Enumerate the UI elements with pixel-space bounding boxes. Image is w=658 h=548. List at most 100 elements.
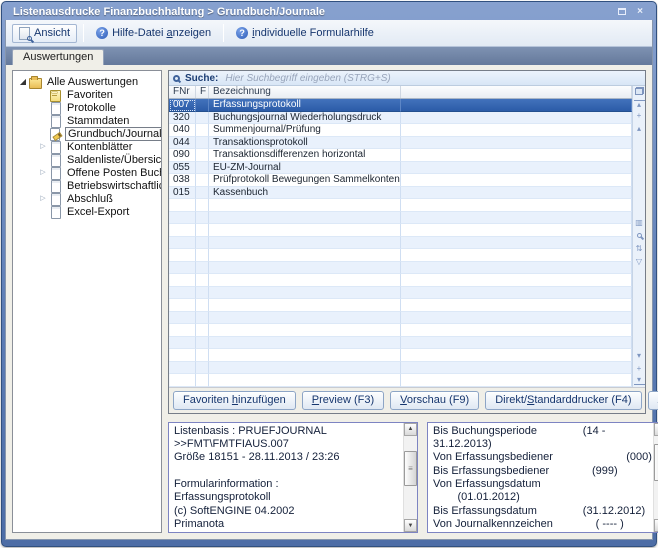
tree-item-label: Excel-Export xyxy=(65,206,131,218)
individuelle-formularhilfe-button[interactable]: ? individuelle Formularhilfe xyxy=(230,25,380,41)
grid-cell xyxy=(196,299,209,312)
toolbar: Ansicht ? Hilfe-Datei anzeigen ? individ… xyxy=(6,20,652,47)
grid-cell xyxy=(196,199,209,212)
tree-item-protokolle[interactable]: Protokolle xyxy=(15,101,159,114)
grid-cell xyxy=(196,374,209,387)
scroll-bottom-icon[interactable]: ▾ xyxy=(634,377,645,385)
grid-cell xyxy=(209,212,401,225)
tree-item-betriebswirtschaftliche-auswertungen[interactable]: Betriebswirtschaftliche Auswertungen xyxy=(15,179,159,192)
table-row-empty xyxy=(169,349,632,362)
button-auswertung-drucken[interactable]: Auswertung drucken xyxy=(648,391,658,410)
tree-item-favoriten[interactable]: Favoriten xyxy=(15,88,159,101)
table-row-empty xyxy=(169,287,632,300)
grid-cell: 040 xyxy=(169,124,196,137)
scroll-up-icon[interactable]: ▲ xyxy=(654,423,658,436)
app-window: Listenausdrucke Finanzbuchhaltung > Grun… xyxy=(1,1,657,547)
column-header-f[interactable]: F xyxy=(196,86,209,98)
grid-cell: Transaktionsdifferenzen horizontal xyxy=(209,149,401,162)
table-row-090[interactable]: 090 Transaktionsdifferenzen horizontal xyxy=(169,149,632,162)
close-icon: × xyxy=(637,6,643,17)
expander-collapsed-icon[interactable]: ▷ xyxy=(37,140,49,153)
column-header-fnr[interactable]: FNr xyxy=(169,86,196,98)
sort-icon[interactable]: ⇅ xyxy=(634,244,645,254)
button-direkt-standarddrucker-f4[interactable]: Direkt/Standarddrucker (F4) xyxy=(485,391,641,410)
expander-expanded-icon[interactable]: ◢ xyxy=(17,75,29,88)
tree-item-excel-export[interactable]: Excel-Export xyxy=(15,205,159,218)
column-chooser-icon[interactable]: ▥ xyxy=(634,218,645,228)
grid-cell xyxy=(196,124,209,137)
scroll-thumb[interactable]: ≡ xyxy=(654,444,658,482)
table-row-320[interactable]: 320Buchungsjournal Wiederholungsdruck xyxy=(169,112,632,125)
button-preview-f3[interactable]: Preview (F3) xyxy=(302,391,384,410)
search-icon[interactable] xyxy=(634,231,645,241)
layout-copy-icon[interactable] xyxy=(635,87,644,95)
parameters-panel-scrollbar[interactable]: ▲ ≡ ▼ xyxy=(653,423,658,533)
restore-button[interactable] xyxy=(615,6,629,18)
grid-cell xyxy=(209,349,401,362)
info-panel-scrollbar[interactable]: ▲ ≡ ▼ xyxy=(403,423,417,533)
table-row-007[interactable]: 007Erfassungsprotokoll xyxy=(169,99,632,112)
tree-item-saldenliste-bersicht[interactable]: Saldenliste/Übersicht xyxy=(15,153,159,166)
table-row-055[interactable]: 055EU-ZM-Journal xyxy=(169,162,632,175)
help-icon: ? xyxy=(236,27,248,39)
table-row-044[interactable]: 044Transaktionsprotokoll xyxy=(169,137,632,150)
close-button[interactable]: × xyxy=(633,6,647,18)
tree-item-kontenbl-tter[interactable]: ▷Kontenblätter xyxy=(15,140,159,153)
grid-cell xyxy=(401,349,632,362)
append-row-icon[interactable]: + xyxy=(634,364,645,374)
tree-item-offene-posten-buchhaltung[interactable]: ▷Offene Posten Buchhaltung xyxy=(15,166,159,179)
grid-cell xyxy=(401,174,632,187)
tree-item-alle-auswertungen[interactable]: ◢Alle Auswertungen xyxy=(15,75,159,88)
expander-collapsed-icon[interactable]: ▷ xyxy=(37,192,49,205)
tree-item-label: Abschluß xyxy=(65,193,115,205)
search-input[interactable] xyxy=(223,72,641,85)
auswertungen-tree: ◢Alle AuswertungenFavoritenProtokolleSta… xyxy=(12,70,162,533)
expander-collapsed-icon[interactable]: ▷ xyxy=(37,166,49,179)
tree-item-label: Saldenliste/Übersicht xyxy=(65,154,162,166)
hilfe-label: Hilfe-Datei anzeigen xyxy=(112,27,211,39)
grid-cell xyxy=(401,199,632,212)
page-up-icon[interactable]: ▴ xyxy=(634,124,645,134)
grid-cell xyxy=(196,362,209,375)
tab-auswertungen[interactable]: Auswertungen xyxy=(12,49,104,65)
table-row-015[interactable]: 015Kassenbuch xyxy=(169,187,632,200)
window-title: Listenausdrucke Finanzbuchhaltung > Grun… xyxy=(13,6,611,18)
scroll-top-icon[interactable]: ▴ xyxy=(634,100,645,108)
scroll-down-icon[interactable]: ▼ xyxy=(654,519,658,532)
button-favoriten-hinzuf-gen[interactable]: Favoriten hinzufügen xyxy=(173,391,296,410)
grid-cell: Transaktionsprotokoll xyxy=(209,137,401,150)
grid-cell xyxy=(169,337,196,350)
grid-cell: EU-ZM-Journal xyxy=(209,162,401,175)
grid-cell xyxy=(401,187,632,200)
favorites-icon xyxy=(49,89,61,101)
scroll-thumb[interactable]: ≡ xyxy=(404,451,417,486)
tree-item-abschlu[interactable]: ▷ Abschluß xyxy=(15,192,159,205)
parameter-line: (01.01.2012) xyxy=(433,491,652,504)
insert-row-icon[interactable]: + xyxy=(634,111,645,121)
table-row-040[interactable]: 040Summenjournal/Prüfung xyxy=(169,124,632,137)
tree-item-label: Grundbuch/Journale xyxy=(65,127,162,141)
parameter-line: 31.12.2013) xyxy=(433,438,652,451)
scroll-down-icon[interactable]: ▼ xyxy=(404,519,417,532)
table-row-038[interactable]: 038Prüfprotokoll Bewegungen Sammelkonten xyxy=(169,174,632,187)
filter-icon[interactable]: ▽ xyxy=(634,257,645,267)
grid-rows: 007Erfassungsprotokoll320Buchungsjournal… xyxy=(169,99,632,387)
grid-cell xyxy=(401,162,632,175)
hilfe-datei-anzeigen-button[interactable]: ? Hilfe-Datei anzeigen xyxy=(90,25,217,41)
grid-cell: Prüfprotokoll Bewegungen Sammelkonten xyxy=(209,174,401,187)
column-header-bezeichnung[interactable]: Bezeichnung xyxy=(209,86,401,98)
tree-item-grundbuch-journale[interactable]: Grundbuch/Journale xyxy=(15,127,159,140)
button-vorschau-f9[interactable]: Vorschau (F9) xyxy=(390,391,479,410)
page-down-icon[interactable]: ▾ xyxy=(634,351,645,361)
grid-cell: Erfassungsprotokoll xyxy=(209,99,401,112)
table-row-empty xyxy=(169,224,632,237)
scroll-up-icon[interactable]: ▲ xyxy=(404,423,417,436)
page-icon xyxy=(49,167,61,179)
grid-cell: 090 xyxy=(169,149,196,162)
search-bar: Suche: xyxy=(169,71,645,86)
tree-item-stammdaten[interactable]: Stammdaten xyxy=(15,114,159,127)
grid-cell xyxy=(401,312,632,325)
grid-cell xyxy=(209,337,401,350)
ansicht-button[interactable]: Ansicht xyxy=(12,24,77,43)
table-row-empty xyxy=(169,299,632,312)
